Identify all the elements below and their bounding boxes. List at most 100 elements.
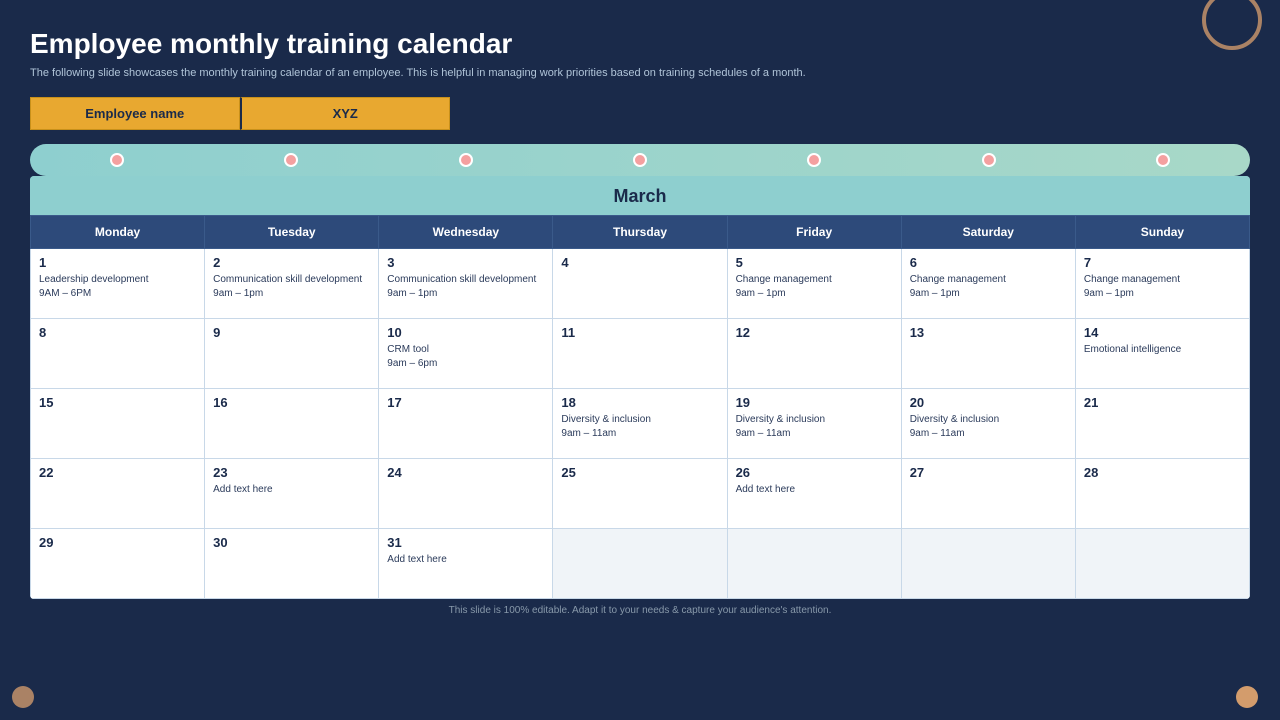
calendar-wrapper: March MondayTuesdayWednesdayThursdayFrid…: [30, 176, 1250, 599]
day-number: 3: [387, 255, 544, 270]
day-event: Emotional intelligence: [1084, 344, 1181, 355]
calendar-cell: 27: [901, 459, 1075, 529]
calendar-cell: 21: [1075, 389, 1249, 459]
day-event: Change management 9am – 1pm: [1084, 274, 1180, 299]
day-number: 24: [387, 465, 544, 480]
timeline-dot-6: [982, 153, 996, 167]
col-header-sunday: Sunday: [1075, 216, 1249, 249]
timeline-bar: [30, 144, 1250, 176]
day-event: Diversity & inclusion 9am – 11am: [910, 414, 999, 439]
calendar-cell: 12: [727, 319, 901, 389]
day-number: 31: [387, 535, 544, 550]
calendar-cell: 7 Change management 9am – 1pm: [1075, 249, 1249, 319]
week-row-3: 15 16 17 18 Diversity & inclusion 9am – 11am…: [31, 389, 1250, 459]
day-number: 19: [736, 395, 893, 410]
day-number: 1: [39, 255, 196, 270]
day-number: 16: [213, 395, 370, 410]
timeline-dot-4: [633, 153, 647, 167]
day-event: CRM tool 9am – 6pm: [387, 344, 437, 369]
day-number: 13: [910, 325, 1067, 340]
calendar-cell: 14 Emotional intelligence: [1075, 319, 1249, 389]
day-number: 27: [910, 465, 1067, 480]
calendar-cell: [1075, 529, 1249, 599]
day-number: 6: [910, 255, 1067, 270]
calendar-cell: 9: [205, 319, 379, 389]
month-header: March: [30, 176, 1250, 215]
col-header-saturday: Saturday: [901, 216, 1075, 249]
calendar-cell: 28: [1075, 459, 1249, 529]
week-row-2: 8910CRM tool 9am – 6pm11121314Emotional …: [31, 319, 1250, 389]
calendar-cell: 29: [31, 529, 205, 599]
day-number: 11: [561, 325, 718, 340]
day-number: 18: [561, 395, 718, 410]
calendar-cell: [553, 529, 727, 599]
day-event: Add text here: [387, 554, 446, 565]
calendar-cell: 17: [379, 389, 553, 459]
calendar-table: MondayTuesdayWednesdayThursdayFridaySatu…: [30, 215, 1250, 599]
col-header-tuesday: Tuesday: [205, 216, 379, 249]
timeline-dot-2: [284, 153, 298, 167]
calendar-cell: 5 Change management 9am – 1pm: [727, 249, 901, 319]
calendar-cell: 24: [379, 459, 553, 529]
col-header-monday: Monday: [31, 216, 205, 249]
employee-value: XYZ: [240, 97, 451, 130]
page-subtitle: The following slide showcases the monthl…: [30, 66, 810, 81]
col-header-thursday: Thursday: [553, 216, 727, 249]
calendar-cell: 6 Change management 9am – 1pm: [901, 249, 1075, 319]
timeline-dot-5: [807, 153, 821, 167]
calendar-cell: [901, 529, 1075, 599]
timeline-dot-1: [110, 153, 124, 167]
day-number: 30: [213, 535, 370, 550]
day-number: 26: [736, 465, 893, 480]
day-number: 20: [910, 395, 1067, 410]
col-header-friday: Friday: [727, 216, 901, 249]
calendar-cell: 19 Diversity & inclusion 9am – 11am: [727, 389, 901, 459]
week-row-1: 1 Leadership development 9AM – 6PM 2 Commun…: [31, 249, 1250, 319]
day-number: 4: [561, 255, 718, 270]
day-number: 29: [39, 535, 196, 550]
day-event: Leadership development 9AM – 6PM: [39, 274, 149, 299]
calendar-cell: 10CRM tool 9am – 6pm: [379, 319, 553, 389]
calendar-cell: 20 Diversity & inclusion 9am – 11am: [901, 389, 1075, 459]
timeline-dot-3: [459, 153, 473, 167]
page-title: Employee monthly training calendar: [30, 28, 1250, 60]
day-event: Diversity & inclusion 9am – 11am: [561, 414, 650, 439]
calendar-cell: 1 Leadership development 9AM – 6PM: [31, 249, 205, 319]
employee-row: Employee name XYZ: [30, 97, 450, 130]
day-number: 21: [1084, 395, 1241, 410]
day-number: 23: [213, 465, 370, 480]
day-event: Diversity & inclusion 9am – 11am: [736, 414, 825, 439]
day-number: 2: [213, 255, 370, 270]
day-event: Change management 9am – 1pm: [910, 274, 1006, 299]
day-event: Communication skill development 9am – 1p…: [213, 274, 362, 299]
calendar-header-row: MondayTuesdayWednesdayThursdayFridaySatu…: [31, 216, 1250, 249]
week-row-5: 29 30 31 Add text here: [31, 529, 1250, 599]
day-number: 22: [39, 465, 196, 480]
day-number: 12: [736, 325, 893, 340]
day-event: Add text here: [213, 484, 272, 495]
calendar-cell: 13: [901, 319, 1075, 389]
day-number: 15: [39, 395, 196, 410]
col-header-wednesday: Wednesday: [379, 216, 553, 249]
calendar-cell: 26Add text here: [727, 459, 901, 529]
day-number: 17: [387, 395, 544, 410]
footer-text: This slide is 100% editable. Adapt it to…: [30, 605, 1250, 616]
calendar-cell: 3Communication skill development 9am – 1…: [379, 249, 553, 319]
day-number: 7: [1084, 255, 1241, 270]
page-container: Employee monthly training calendar The f…: [0, 0, 1280, 720]
calendar-cell: [727, 529, 901, 599]
day-event: Change management 9am – 1pm: [736, 274, 832, 299]
day-number: 28: [1084, 465, 1241, 480]
week-row-4: 22 23 Add text here 24 2526Add text here 27 28: [31, 459, 1250, 529]
calendar-cell: 22: [31, 459, 205, 529]
calendar-cell: 15: [31, 389, 205, 459]
day-number: 5: [736, 255, 893, 270]
employee-label: Employee name: [30, 97, 240, 130]
calendar-cell: 2 Communication skill development 9am – 1…: [205, 249, 379, 319]
day-number: 14: [1084, 325, 1241, 340]
calendar-cell: 31 Add text here: [379, 529, 553, 599]
calendar-cell: 23 Add text here: [205, 459, 379, 529]
calendar-cell: 18 Diversity & inclusion 9am – 11am: [553, 389, 727, 459]
calendar-cell: 25: [553, 459, 727, 529]
calendar-cell: 30: [205, 529, 379, 599]
